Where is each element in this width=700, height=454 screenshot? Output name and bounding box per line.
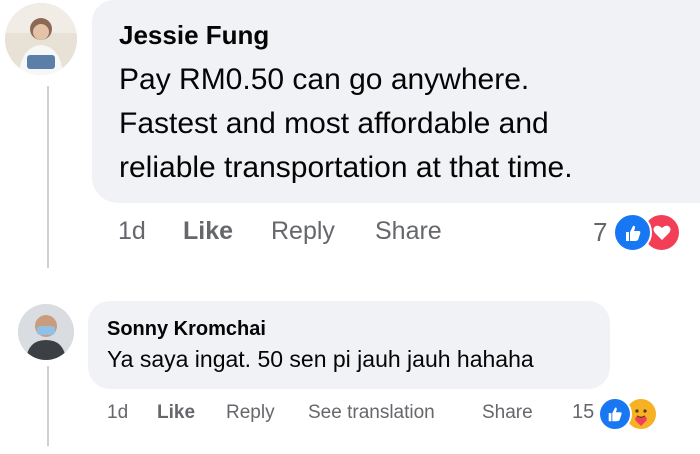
- reactions-summary[interactable]: 7: [590, 212, 700, 252]
- thread-line: [47, 366, 49, 446]
- reaction-count: 7: [593, 217, 608, 247]
- share-button[interactable]: Share: [375, 217, 442, 246]
- see-translation-button[interactable]: See translation: [308, 402, 435, 424]
- comment-author[interactable]: Jessie Fung: [119, 20, 269, 51]
- timestamp[interactable]: 1d: [118, 217, 146, 246]
- avatar[interactable]: [18, 304, 74, 360]
- share-button[interactable]: Share: [482, 402, 533, 424]
- comment-line: Pay RM0.50 can go anywhere.: [119, 63, 530, 96]
- like-button[interactable]: Like: [183, 217, 233, 246]
- avatar-photo-icon: [18, 304, 74, 360]
- comment-text: Pay RM0.50 can go anywhere. Fastest and …: [119, 58, 573, 190]
- reactions-summary[interactable]: 15: [572, 396, 672, 432]
- comment-text: Ya saya ingat. 50 sen pi jauh jauh hahah…: [107, 346, 534, 372]
- thread-line: [47, 86, 49, 268]
- reaction-count: 15: [572, 401, 595, 423]
- like-icon: [598, 397, 632, 431]
- comment-bubble: Jessie Fung Pay RM0.50 can go anywhere. …: [92, 0, 700, 203]
- like-icon: [613, 213, 652, 252]
- reply-button[interactable]: Reply: [271, 217, 335, 246]
- avatar[interactable]: [5, 3, 77, 75]
- avatar-photo-icon: [5, 3, 77, 75]
- comment-author[interactable]: Sonny Kromchai: [107, 318, 266, 341]
- like-button[interactable]: Like: [157, 402, 195, 424]
- comment-line: Fastest and most affordable and: [119, 107, 549, 140]
- reply-button[interactable]: Reply: [226, 402, 275, 424]
- timestamp[interactable]: 1d: [107, 402, 128, 424]
- comment-line: reliable transportation at that time.: [119, 151, 573, 184]
- comment-bubble: Sonny Kromchai Ya saya ingat. 50 sen pi …: [88, 301, 610, 389]
